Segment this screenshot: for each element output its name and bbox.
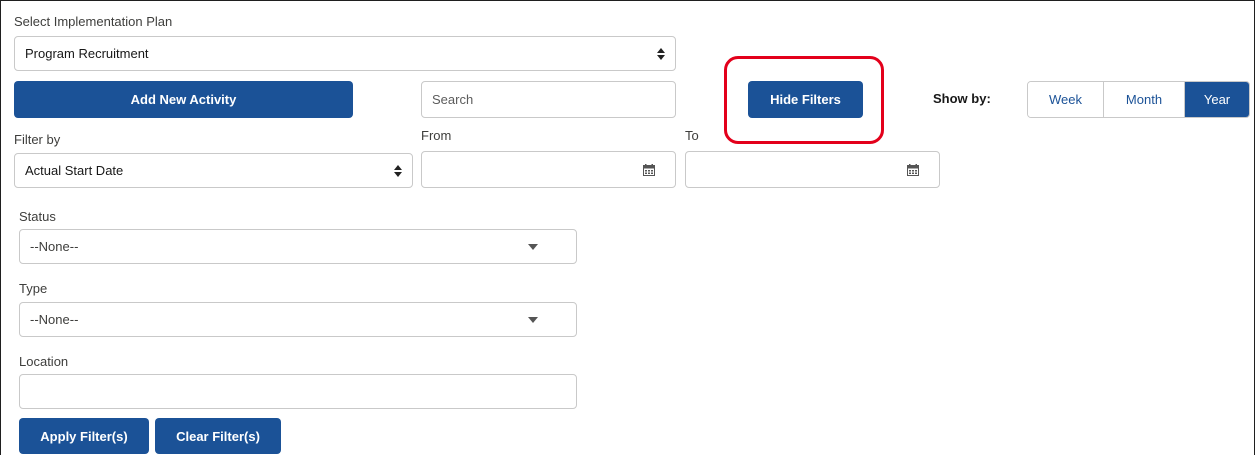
type-select[interactable]: --None-- — [19, 302, 577, 337]
show-by-month[interactable]: Month — [1103, 82, 1184, 117]
clear-filters-button[interactable]: Clear Filter(s) — [155, 418, 281, 454]
sort-arrows-icon — [657, 47, 665, 60]
calendar-icon[interactable] — [907, 163, 919, 176]
to-date-input[interactable] — [685, 151, 940, 188]
chevron-down-icon — [528, 316, 538, 323]
location-input[interactable] — [19, 374, 577, 409]
plan-label: Select Implementation Plan — [14, 14, 173, 29]
implementation-plan-panel: Select Implementation Plan Program Recru… — [0, 0, 1255, 455]
show-by-label: Show by: — [933, 91, 991, 106]
type-label: Type — [19, 281, 48, 296]
show-by-week[interactable]: Week — [1028, 82, 1103, 117]
apply-filters-button[interactable]: Apply Filter(s) — [19, 418, 149, 454]
location-label: Location — [19, 354, 69, 369]
type-value: --None-- — [30, 312, 79, 327]
search-placeholder: Search — [432, 92, 474, 107]
search-input[interactable]: Search — [421, 81, 676, 118]
calendar-icon[interactable] — [643, 163, 655, 176]
from-label: From — [421, 128, 452, 143]
add-new-activity-button[interactable]: Add New Activity — [14, 81, 353, 118]
show-by-toggle: Week Month Year — [1027, 81, 1250, 118]
to-label: To — [685, 128, 699, 143]
sort-arrows-icon — [394, 164, 402, 177]
status-select[interactable]: --None-- — [19, 229, 577, 264]
plan-select-value: Program Recruitment — [25, 46, 149, 61]
from-date-input[interactable] — [421, 151, 676, 188]
show-by-year[interactable]: Year — [1184, 82, 1249, 117]
filter-by-value: Actual Start Date — [25, 163, 124, 178]
status-label: Status — [19, 209, 56, 224]
chevron-down-icon — [528, 243, 538, 250]
filter-by-label: Filter by — [14, 132, 61, 147]
filter-by-select[interactable]: Actual Start Date — [14, 153, 413, 188]
hide-filters-button[interactable]: Hide Filters — [748, 81, 863, 118]
status-value: --None-- — [30, 239, 79, 254]
plan-select[interactable]: Program Recruitment — [14, 36, 676, 71]
